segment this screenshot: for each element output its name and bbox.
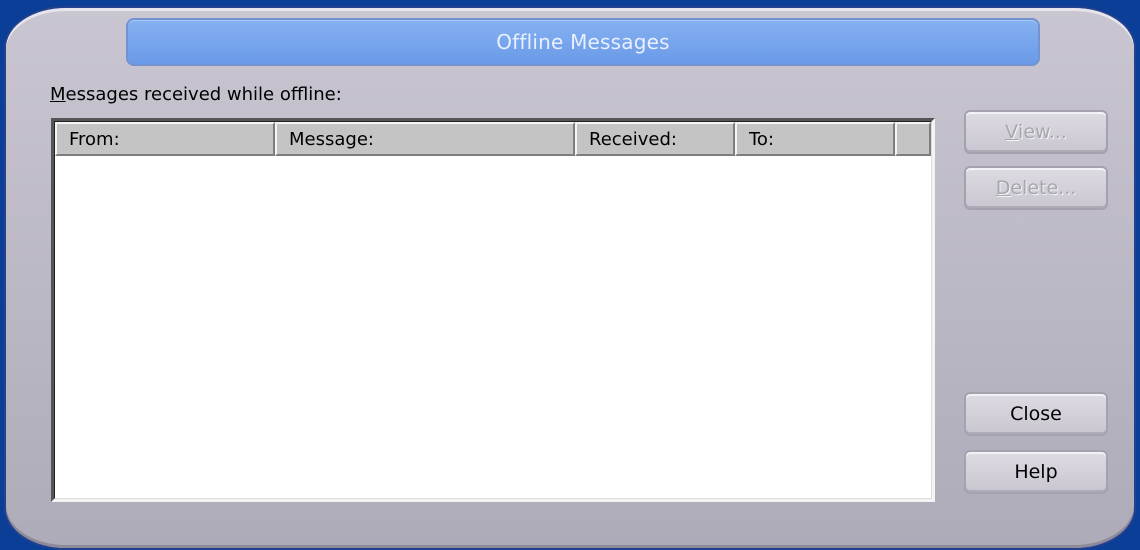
window-title: Offline Messages [496,30,670,54]
list-header: From: Message: Received: To: [55,122,931,156]
column-header-received[interactable]: Received: [575,122,735,156]
column-header-filler [895,122,931,156]
column-header-from[interactable]: From: [55,122,275,156]
dialog-window: Offline Messages Messages received while… [6,8,1134,548]
messages-list-label: Messages received while offline: [50,84,342,105]
column-header-message[interactable]: Message: [275,122,575,156]
delete-label: elete... [1010,177,1077,199]
help-button[interactable]: Help [964,450,1108,494]
view-button[interactable]: View... [964,110,1108,154]
label-accelerator: M [50,84,66,105]
title-bar[interactable]: Offline Messages [126,18,1040,66]
close-button[interactable]: Close [964,392,1108,436]
messages-list-inner: From: Message: Received: To: [54,121,932,499]
delete-accelerator: D [995,177,1011,199]
view-label: iew... [1018,121,1067,143]
label-text: essages received while offline: [65,84,342,105]
view-accelerator: V [1005,121,1019,143]
messages-list[interactable]: From: Message: Received: To: [51,118,935,502]
column-header-to[interactable]: To: [735,122,895,156]
delete-button[interactable]: Delete... [964,166,1108,210]
